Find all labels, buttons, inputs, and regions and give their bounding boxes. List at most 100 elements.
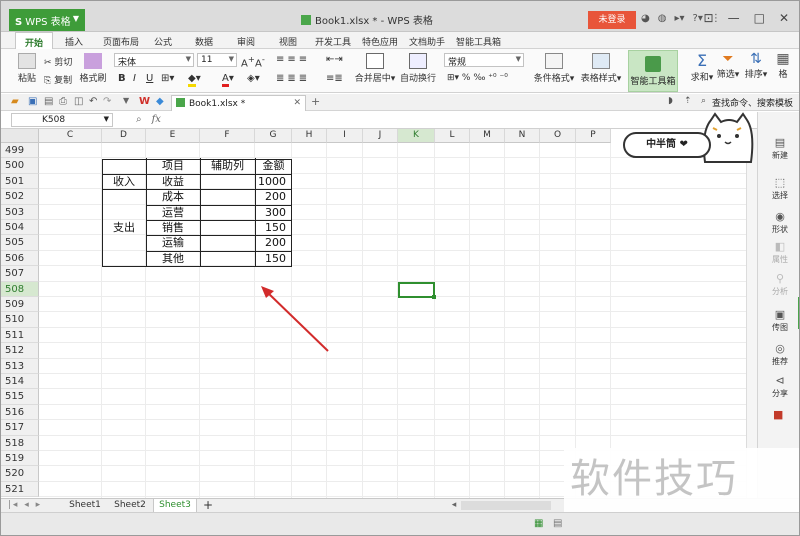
row-header-508[interactable]: 508 xyxy=(1,281,39,297)
item-amount[interactable]: 200 xyxy=(255,189,292,204)
cut-button[interactable]: ✂ 剪切 xyxy=(44,55,72,68)
clear-format-button[interactable]: ◈▾ xyxy=(247,73,260,84)
row-header-510[interactable]: 510 xyxy=(1,312,39,328)
item-amount[interactable]: 200 xyxy=(255,235,292,250)
sidebar-item-property[interactable]: ◧ 属性 xyxy=(758,240,799,265)
name-box[interactable]: K508 ▼ xyxy=(11,113,113,127)
column-header-g[interactable]: G xyxy=(255,129,292,143)
header-amount[interactable]: 金额 xyxy=(255,158,292,173)
export-pdf-icon[interactable]: ▤ xyxy=(44,96,53,107)
bold-button[interactable]: B xyxy=(118,73,126,84)
item-amount[interactable]: 300 xyxy=(255,205,292,220)
border-button[interactable]: ⊞▾ xyxy=(161,73,174,84)
column-header-f[interactable]: F xyxy=(200,129,255,143)
bell-icon[interactable]: ◗ xyxy=(668,96,673,106)
item-name[interactable]: 运营 xyxy=(146,205,200,220)
sheet-tab-sheet1[interactable]: Sheet1 xyxy=(63,499,107,513)
font-size-select[interactable]: 11 ▼ xyxy=(197,53,237,67)
shrink-font-button[interactable]: A- xyxy=(255,54,265,69)
item-name[interactable]: 销售 xyxy=(146,220,200,235)
fx-icon[interactable]: fx xyxy=(152,114,161,125)
row-header-506[interactable]: 506 xyxy=(1,250,39,267)
row-header-502[interactable]: 502 xyxy=(1,189,39,205)
horizontal-scrollbar[interactable] xyxy=(461,501,551,510)
mascot-banner[interactable]: 中半筒 ❤ xyxy=(619,112,759,164)
row-header-520[interactable]: 520 xyxy=(1,466,39,482)
row-header-516[interactable]: 516 xyxy=(1,404,39,421)
row-header-500[interactable]: 500 xyxy=(1,158,39,174)
fill-color-button[interactable]: ◆▾ xyxy=(188,73,201,87)
restore-ribbon-icon[interactable]: ⊡ xyxy=(704,11,714,25)
grow-font-button[interactable]: A+ xyxy=(241,54,255,69)
row-header-509[interactable]: 509 xyxy=(1,297,39,313)
number-format-buttons[interactable]: ⊞▾ % ‰ ⁺⁰ ⁻⁰ xyxy=(447,73,508,83)
row-header-517[interactable]: 517 xyxy=(1,420,39,436)
vertical-align-group[interactable]: ≡≡≡ xyxy=(276,54,310,65)
row-header-512[interactable]: 512 xyxy=(1,343,39,359)
format-button[interactable]: ▦ 格 xyxy=(771,51,795,80)
login-button[interactable]: 未登录 xyxy=(588,11,636,29)
italic-button[interactable]: I xyxy=(133,73,136,84)
item-name[interactable]: 收益 xyxy=(146,174,200,189)
page-layout-view-icon[interactable]: ▤ xyxy=(553,518,562,529)
upload-icon[interactable]: ⇡ xyxy=(684,96,692,106)
tab-page-layout[interactable]: 页面布局 xyxy=(103,35,139,48)
vertical-scrollbar[interactable] xyxy=(746,129,757,498)
undo-icon[interactable]: ↶ xyxy=(89,96,97,107)
skin-icon[interactable]: ◕ xyxy=(641,13,650,24)
item-amount[interactable]: 150 xyxy=(255,251,292,266)
open-folder-icon[interactable]: ▰ xyxy=(11,96,19,107)
item-name[interactable]: 运输 xyxy=(146,235,200,250)
paste-button[interactable]: 粘贴 xyxy=(15,53,39,84)
feedback-icon[interactable]: ◍ xyxy=(658,13,667,24)
column-header-k[interactable]: K xyxy=(398,129,435,143)
column-header-d[interactable]: D xyxy=(102,129,146,143)
tab-special-apps[interactable]: 特色应用 xyxy=(362,35,398,48)
table-style-button[interactable]: 表格样式▾ xyxy=(578,53,624,84)
row-header-511[interactable]: 511 xyxy=(1,327,39,344)
sidebar-item-select[interactable]: ⬚ 选择 xyxy=(758,176,799,201)
column-header-m[interactable]: M xyxy=(470,129,505,143)
column-header-j[interactable]: J xyxy=(363,129,398,143)
sheet-navigation-arrows[interactable]: |◂ ◂ ▸ ▸| xyxy=(5,499,45,523)
search-icon[interactable]: ⌕ xyxy=(701,96,706,106)
normal-view-icon[interactable]: ▦ xyxy=(534,518,543,529)
row-header-519[interactable]: 519 xyxy=(1,451,39,467)
minimize-icon[interactable]: — xyxy=(728,11,740,25)
column-header-e[interactable]: E xyxy=(146,129,200,143)
document-tab[interactable]: Book1.xlsx * ✕ xyxy=(171,95,306,111)
fill-handle[interactable] xyxy=(432,295,436,299)
customize-dropdown-icon[interactable]: ▼ xyxy=(123,96,129,105)
item-name[interactable]: 其他 xyxy=(146,251,200,266)
header-item[interactable]: 项目 xyxy=(146,158,200,173)
select-all-corner[interactable] xyxy=(1,129,39,143)
sheet-tab-sheet3[interactable]: Sheet3 xyxy=(153,499,197,513)
print-preview-icon[interactable]: ◫ xyxy=(74,96,83,107)
row-header-499[interactable]: 499 xyxy=(1,143,39,159)
active-cell-k508[interactable] xyxy=(398,282,436,299)
row-header-513[interactable]: 513 xyxy=(1,358,39,374)
row-header-503[interactable]: 503 xyxy=(1,204,39,220)
row-header-521[interactable]: 521 xyxy=(1,481,39,498)
item-amount[interactable]: 1000 xyxy=(255,174,292,189)
new-tab-plus-icon[interactable]: + xyxy=(311,95,320,108)
sidebar-item-analysis[interactable]: ⚲ 分析 xyxy=(758,272,799,297)
item-name[interactable]: 成本 xyxy=(146,189,200,204)
smart-toolbox-button[interactable]: 智能工具箱 xyxy=(628,50,678,92)
expense-label[interactable]: 支出 xyxy=(102,189,146,266)
sidebar-item-share[interactable]: ⊲ 分享 xyxy=(758,374,799,399)
command-search-text[interactable]: 查找命令、搜索模板 xyxy=(712,96,793,109)
wps-w-icon[interactable]: W xyxy=(139,96,150,107)
row-header-505[interactable]: 505 xyxy=(1,235,39,251)
column-header-p[interactable]: P xyxy=(576,129,611,143)
redo-icon[interactable]: ↷ xyxy=(103,96,111,107)
number-format-select[interactable]: 常规 ▼ xyxy=(444,53,524,68)
share-dropdown-icon[interactable]: ▸▾ xyxy=(674,13,684,24)
tab-developer[interactable]: 开发工具 xyxy=(315,35,351,48)
format-painter-button[interactable]: 格式刷 xyxy=(79,53,107,84)
underline-button[interactable]: U xyxy=(146,73,153,84)
sheet-tab-sheet2[interactable]: Sheet2 xyxy=(109,499,151,513)
sidebar-item-recommend[interactable]: ◎ 推荐 xyxy=(758,342,799,367)
sidebar-item-new-doc[interactable]: ▤ 新建 xyxy=(758,136,799,161)
row-header-515[interactable]: 515 xyxy=(1,389,39,405)
